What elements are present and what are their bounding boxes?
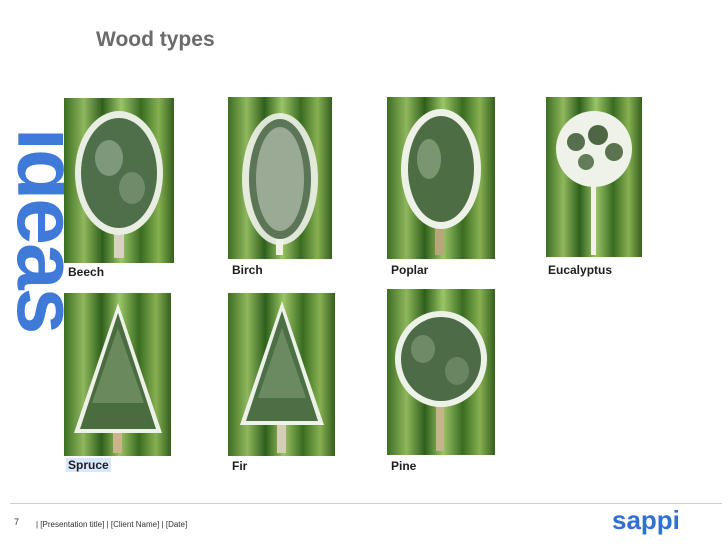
tree-label-fir: Fir: [232, 459, 248, 473]
tree-label-eucalyptus: Eucalyptus: [548, 263, 613, 277]
tree-image-beech: [64, 98, 174, 263]
tree-label-pine: Pine: [391, 459, 417, 473]
footer-divider: [10, 503, 722, 504]
tree-image-eucalyptus: [546, 97, 642, 257]
tree-image-fir: [228, 293, 335, 456]
footer-text: | [Presentation title] | [Client Name] |…: [36, 520, 188, 529]
tree-image-pine: [387, 289, 495, 455]
page-number: 7: [14, 517, 20, 527]
tree-label-birch: Birch: [232, 263, 263, 277]
tree-label-spruce: Spruce: [66, 458, 111, 472]
slide-title: Wood types: [96, 28, 215, 51]
tree-image-poplar: [387, 97, 495, 259]
tree-image-birch: [228, 97, 332, 259]
tree-image-spruce: [64, 293, 171, 456]
tree-label-poplar: Poplar: [391, 263, 429, 277]
tree-label-beech: Beech: [68, 265, 105, 279]
sappi-logo: sappi: [612, 505, 680, 535]
